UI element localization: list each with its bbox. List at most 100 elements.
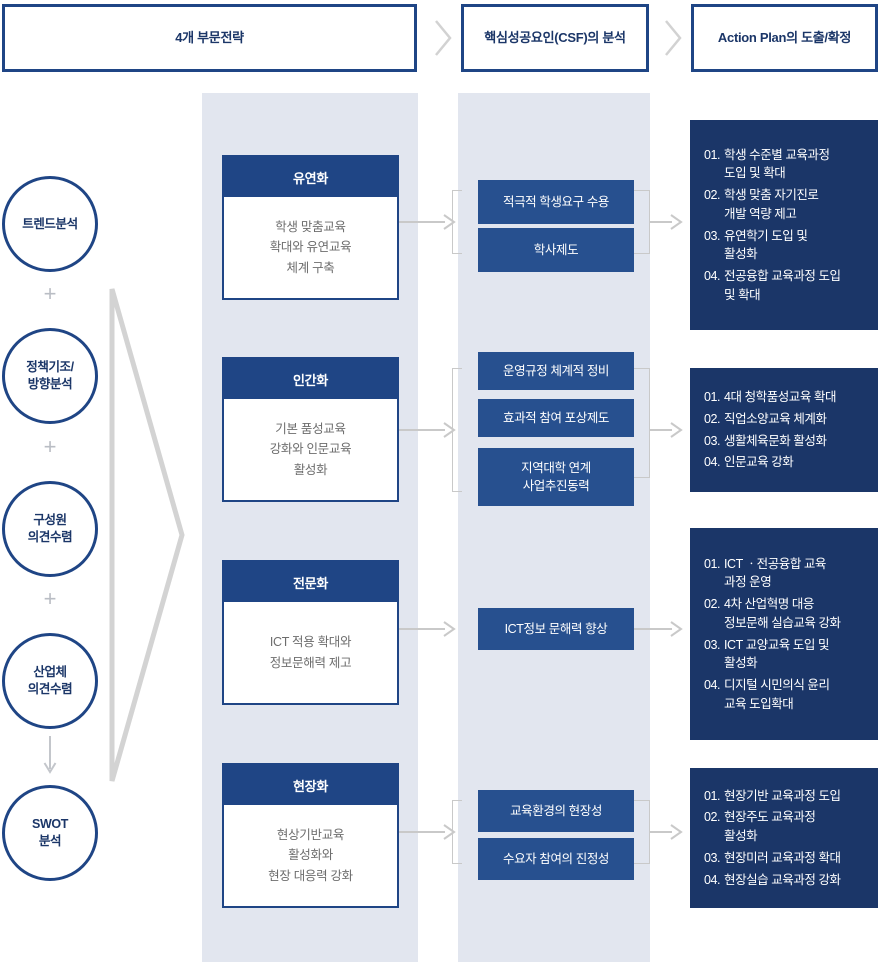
header-step-1[interactable]: 핵심성공요인(CSF)의 분석	[461, 4, 649, 72]
input-connector-plus-2: +	[43, 586, 57, 611]
csf-box-0-0-label: 적극적 학생요구 수용	[502, 194, 610, 209]
action-plan-2-2-text: ICT 교양교육 도입 및 활성화	[724, 637, 830, 671]
action-plan-item: 01. ICT ㆍ전공융합 교육 과정 운영	[704, 555, 868, 593]
input-circle-1-label: 정책기조/ 방향분석	[26, 360, 74, 391]
action-plan-1-3-text: 인문교육 강화	[724, 455, 794, 470]
action-plan-item: 02. 4차 산업혁명 대응 정보문해 실습교육 강화	[704, 595, 868, 633]
csf-group-3-left-bracket	[452, 800, 462, 864]
csf-box-3-1-label: 수요자 참여의 진정성	[502, 851, 610, 866]
csf-box-1-0[interactable]: 운영규정 체계적 정비	[478, 352, 634, 390]
csf-box-0-0[interactable]: 적극적 학생요구 수용	[478, 180, 634, 224]
connector-csf-1-arrowhead-icon	[668, 421, 684, 439]
action-plan-2-1-num: 02.	[704, 597, 721, 611]
action-plan-3-2-text: 현장미러 교육과정 확대	[724, 850, 841, 865]
input-circle-4-label: SWOT 분석	[32, 817, 68, 848]
action-plan-2-3-num: 04.	[704, 678, 721, 692]
csf-box-3-0[interactable]: 교육환경의 현장성	[478, 790, 634, 832]
csf-box-3-1[interactable]: 수요자 참여의 진정성	[478, 838, 634, 880]
input-circle-industry-opinions[interactable]: 산업체 의견수렴	[2, 633, 98, 729]
action-plan-0-1-text: 학생 맞춤 자기진로 개발 역량 제고	[724, 188, 819, 221]
strategy-card-field-orientation[interactable]: 현장화 현상기반교육 활성화와 현장 대응력 강화	[222, 763, 399, 908]
strategy-card-2-desc: ICT 적용 확대와 정보문해력 제고	[269, 634, 352, 670]
strategy-card-1-desc: 기본 품성교육 강화와 인문교육 활성화	[269, 421, 352, 477]
connector-strategy-2-to-csf	[399, 628, 445, 630]
strategy-card-flexibility[interactable]: 유연화 학생 맞춤교육 확대와 유연교육 체계 구축	[222, 155, 399, 300]
csf-group-0-right-bracket	[634, 190, 650, 254]
action-plan-item: 03. 생활체육문화 활성화	[704, 432, 868, 451]
csf-box-0-1[interactable]: 학사제도	[478, 228, 634, 272]
action-plan-item: 04. 현장실습 교육과정 강화	[704, 871, 868, 890]
action-plan-item: 03. ICT 교양교육 도입 및 활성화	[704, 636, 868, 674]
action-plan-1-1-num: 02.	[704, 411, 721, 426]
action-plan-item: 02. 학생 맞춤 자기진로 개발 역량 제고	[704, 186, 868, 224]
csf-box-1-2-label: 지역대학 연계 사업추진동력	[521, 460, 591, 493]
strategy-card-3-desc: 현상기반교육 활성화와 현장 대응력 강화	[268, 827, 353, 883]
connector-strategy-2-arrowhead-icon	[441, 620, 457, 638]
input-circle-member-opinions[interactable]: 구성원 의견수렴	[2, 481, 98, 577]
action-plan-item: 02. 직업소양교육 체계화	[704, 410, 868, 429]
action-plan-1-3-num: 04.	[704, 455, 721, 470]
action-plan-0-2-text: 유연학기 도입 및 활성화	[724, 228, 808, 262]
action-plan-1-0-text: 4대 청학품성교육 확대	[724, 390, 837, 404]
diagram-canvas: 4개 부문전략 핵심성공요인(CSF)의 분석 Action Plan의 도출/…	[0, 0, 880, 962]
action-plan-0-3-num: 04.	[704, 269, 721, 283]
input-circle-0-label: 트렌드분석	[22, 216, 78, 231]
input-connector-plus-0: +	[43, 281, 57, 306]
action-plan-3-3-num: 04.	[704, 872, 721, 887]
action-plan-0-2-num: 03.	[704, 228, 721, 243]
action-plan-item: 03. 현장미러 교육과정 확대	[704, 849, 868, 868]
action-plan-panel-1[interactable]: 01. 4대 청학품성교육 확대 02. 직업소양교육 체계화 03. 생활체육…	[690, 368, 878, 492]
action-plan-0-0-text: 학생 수준별 교육과정 도입 및 확대	[724, 147, 830, 181]
csf-box-2-0-label: ICT정보 문해력 향상	[504, 621, 608, 636]
action-plan-3-0-num: 01.	[704, 788, 721, 803]
connector-csf-2-arrowhead-icon	[668, 620, 684, 638]
header-step-2[interactable]: Action Plan의 도출/확정	[691, 4, 878, 72]
csf-group-3-right-bracket	[634, 800, 650, 864]
action-plan-panel-0[interactable]: 01. 학생 수준별 교육과정 도입 및 확대 02. 학생 맞춤 자기진로 개…	[690, 120, 878, 330]
connector-csf-3-arrowhead-icon	[668, 823, 684, 841]
header-step-0-label: 4개 부문전략	[175, 29, 244, 45]
strategy-card-humanization[interactable]: 인간화 기본 품성교육 강화와 인문교육 활성화	[222, 357, 399, 502]
csf-box-1-1[interactable]: 효과적 참여 포상제도	[478, 399, 634, 437]
strategy-card-specialization[interactable]: 전문화 ICT 적용 확대와 정보문해력 제고	[222, 560, 399, 705]
input-circle-swot-analysis[interactable]: SWOT 분석	[2, 785, 98, 881]
csf-box-1-2[interactable]: 지역대학 연계 사업추진동력	[478, 448, 634, 506]
csf-box-1-1-label: 효과적 참여 포상제도	[502, 410, 610, 425]
action-plan-0-1-num: 02.	[704, 188, 721, 202]
csf-group-0-left-bracket	[452, 190, 462, 254]
csf-group-1-right-bracket	[634, 368, 650, 478]
input-circle-policy-direction[interactable]: 정책기조/ 방향분석	[2, 328, 98, 424]
connector-csf-0-arrowhead-icon	[668, 213, 684, 231]
action-plan-item: 03. 유연학기 도입 및 활성화	[704, 227, 868, 265]
input-circle-trend-analysis[interactable]: 트렌드분석	[2, 176, 98, 272]
action-plan-1-2-num: 03.	[704, 433, 721, 448]
csf-box-0-1-label: 학사제도	[533, 242, 579, 257]
input-connector-plus-1: +	[43, 434, 57, 459]
funnel-arrow-icon	[104, 285, 200, 785]
action-plan-3-1-text: 현장주도 교육과정 활성화	[724, 810, 816, 844]
header-separator-0-icon	[424, 4, 462, 72]
strategy-card-0-desc: 학생 맞춤교육 확대와 유연교육 체계 구축	[269, 219, 352, 275]
action-plan-1-0-num: 01.	[704, 390, 721, 404]
action-plan-item: 01. 현장기반 교육과정 도입	[704, 787, 868, 806]
header-step-1-label: 핵심성공요인(CSF)의 분석	[484, 29, 626, 45]
action-plan-1-2-text: 생활체육문화 활성화	[724, 433, 827, 448]
header-step-0[interactable]: 4개 부문전략	[2, 4, 417, 72]
action-plan-0-3-text: 전공융합 교육과정 도입 및 확대	[724, 269, 841, 302]
csf-group-1-left-bracket	[452, 368, 462, 492]
connector-strategy-0-to-csf	[399, 221, 445, 223]
action-plan-3-2-num: 03.	[704, 850, 721, 865]
action-plan-panel-2[interactable]: 01. ICT ㆍ전공융합 교육 과정 운영 02. 4차 산업혁명 대응 정보…	[690, 528, 878, 740]
action-plan-panel-3[interactable]: 01. 현장기반 교육과정 도입 02. 현장주도 교육과정 활성화 03. 현…	[690, 768, 878, 908]
action-plan-2-2-num: 03.	[704, 637, 721, 652]
action-plan-3-0-text: 현장기반 교육과정 도입	[724, 788, 841, 803]
action-plan-2-3-text: 디지털 시민의식 윤리 교육 도입확대	[724, 678, 830, 711]
action-plan-item: 02. 현장주도 교육과정 활성화	[704, 808, 868, 846]
csf-box-1-0-label: 운영규정 체계적 정비	[502, 363, 610, 378]
connector-strategy-3-to-csf	[399, 831, 445, 833]
header-separator-1-icon	[655, 4, 690, 72]
input-circle-3-label: 산업체 의견수렴	[27, 665, 73, 696]
csf-box-2-0[interactable]: ICT정보 문해력 향상	[478, 608, 634, 650]
action-plan-item: 01. 학생 수준별 교육과정 도입 및 확대	[704, 146, 868, 184]
strategy-card-0-title: 유연화	[224, 157, 397, 197]
